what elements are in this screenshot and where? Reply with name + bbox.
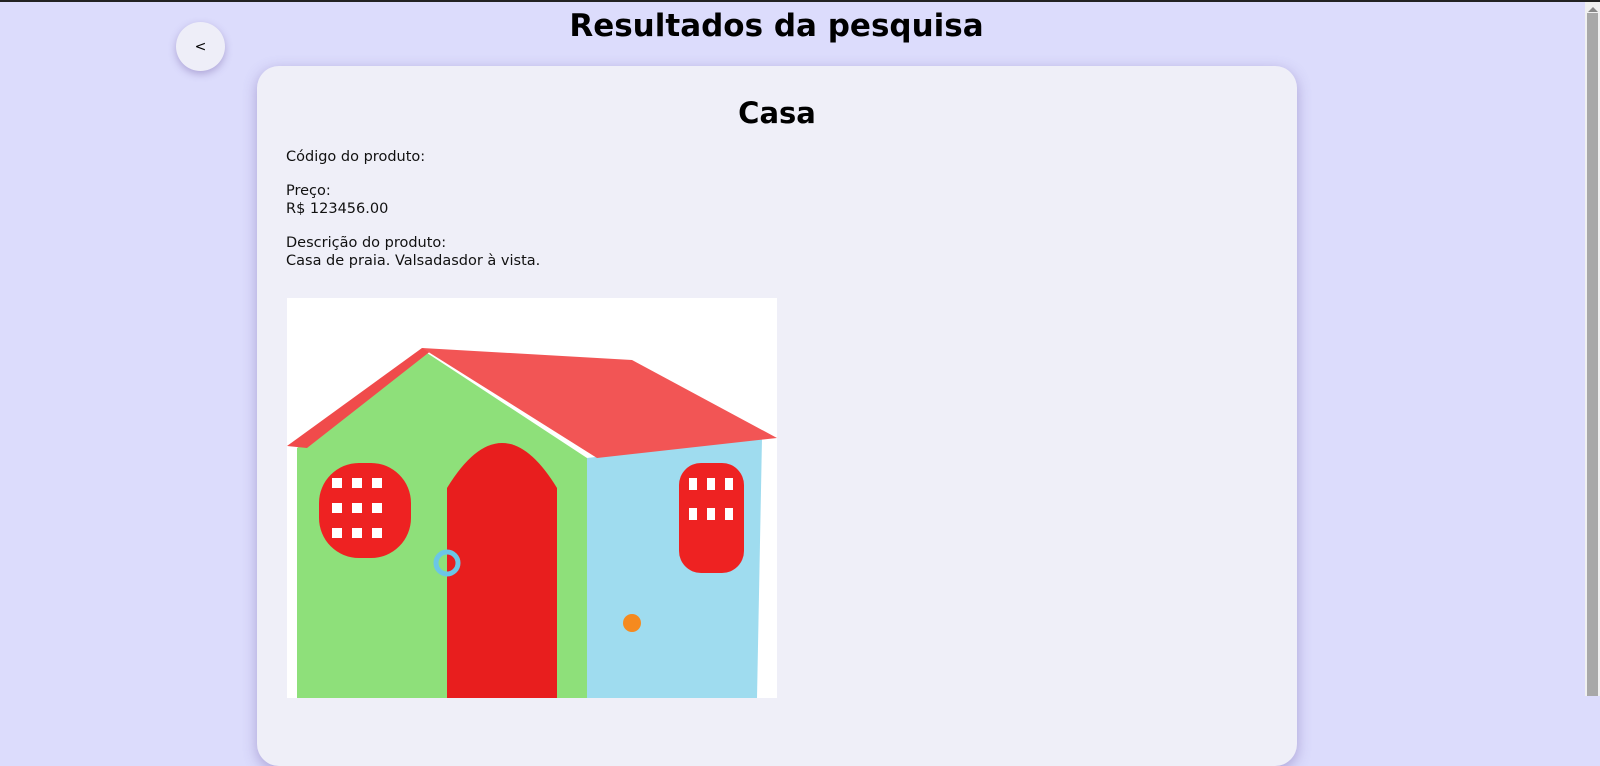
window-top-border: [0, 0, 1600, 2]
scrollbar-thumb[interactable]: [1587, 13, 1598, 696]
code-label: Código do produto:: [286, 149, 426, 165]
product-card: Casa Código do produto: Preço: R$ 123456.…: [257, 66, 1297, 766]
product-image: [287, 298, 777, 698]
price-label: Preço:: [286, 183, 331, 199]
scroll-up-arrow-icon[interactable]: [1588, 7, 1598, 12]
product-name: Casa: [738, 96, 816, 130]
vertical-scrollbar[interactable]: [1585, 2, 1600, 696]
product-info: Código do produto: Preço: R$ 123456.00 De…: [286, 148, 540, 286]
description-value: Casa de praia. Valsadasdor à vista.: [286, 253, 541, 269]
page-title: Resultados da pesquisa: [569, 8, 984, 44]
price-value: R$ 123456.00: [286, 201, 389, 217]
description-label: Descrição do produto:: [286, 235, 447, 251]
